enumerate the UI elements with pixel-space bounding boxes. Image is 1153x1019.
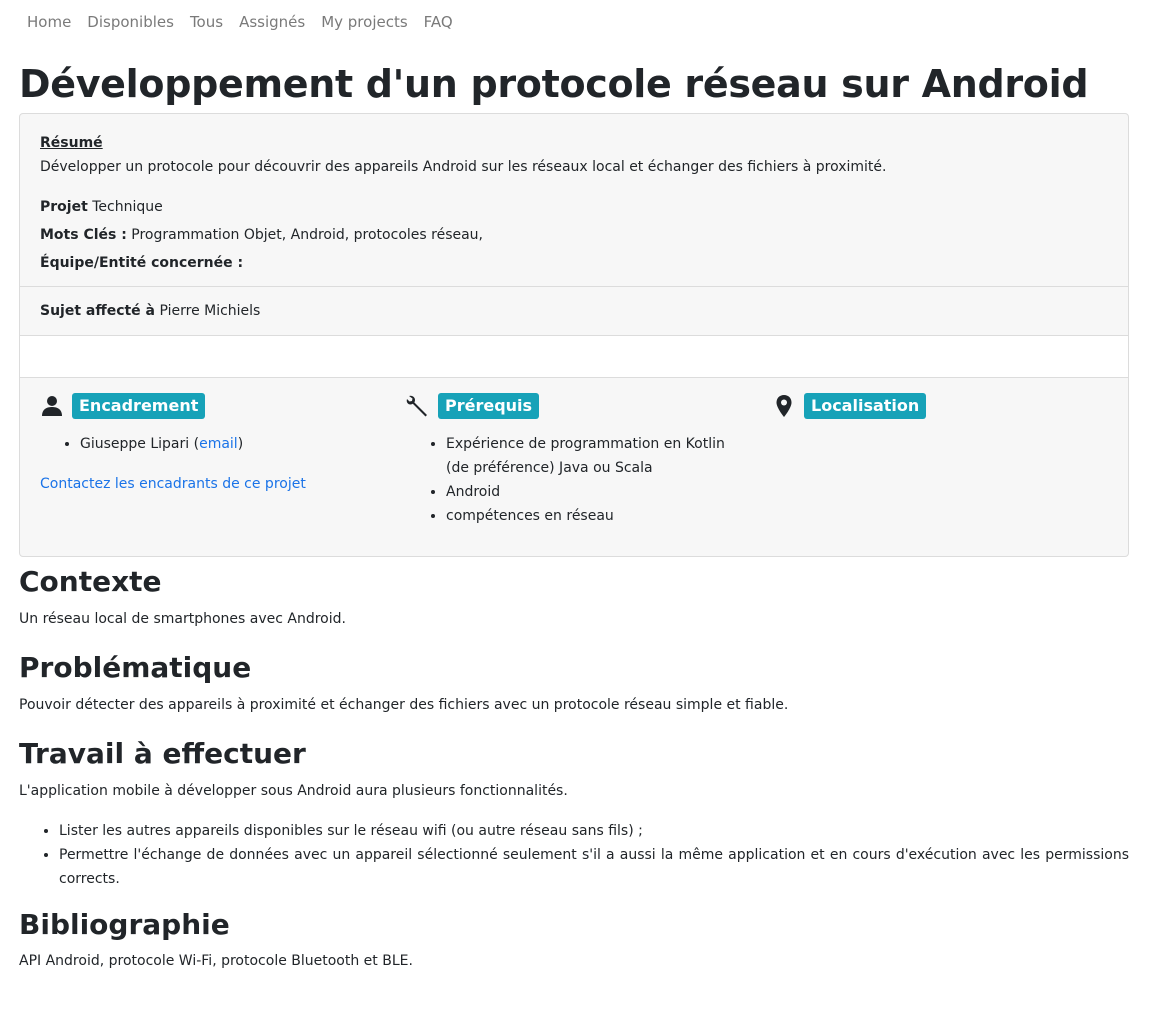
sujet-row: Sujet affecté à Pierre Michiels: [40, 301, 260, 321]
mots-cles-row: Mots Clés : Programmation Objet, Android…: [40, 225, 483, 245]
project-card: Résumé Développer un protocole pour déco…: [19, 113, 1129, 557]
page: Home Disponibles Tous Assignés My projec…: [0, 0, 1153, 1019]
mots-cles-value: Programmation Objet, Android, protocoles…: [131, 227, 483, 243]
card-details-section: Encadrement Giuseppe Lipari (email) Cont…: [20, 377, 1128, 556]
list-item: Lister les autres appareils disponibles …: [59, 819, 1129, 843]
equipe-label: Équipe/Entité concernée :: [40, 255, 244, 271]
encadrement-header: Encadrement: [40, 392, 380, 420]
card-assignment-section: Sujet affecté à Pierre Michiels: [20, 286, 1128, 336]
mots-cles-label: Mots Clés :: [40, 227, 127, 243]
bibliographie-heading: Bibliographie: [19, 908, 230, 941]
bibliographie-text: API Android, protocole Wi-Fi, protocole …: [19, 953, 413, 969]
encadrement-badge: Encadrement: [72, 393, 206, 419]
page-title: Développement d'un protocole réseau sur …: [19, 62, 1089, 106]
contexte-heading: Contexte: [19, 565, 162, 598]
projet-row: Projet Technique: [40, 197, 163, 217]
projet-value: Technique: [92, 199, 163, 215]
supervisor-name: Giuseppe Lipari: [80, 436, 190, 452]
problematique-heading: Problématique: [19, 651, 252, 684]
nav-home[interactable]: Home: [19, 13, 79, 31]
localisation-badge: Localisation: [804, 393, 927, 419]
prerequis-header: Prérequis: [406, 392, 746, 420]
localisation-header: Localisation: [772, 392, 1112, 420]
card-summary-section: Résumé Développer un protocole pour déco…: [20, 114, 1128, 286]
projet-label: Projet: [40, 199, 88, 215]
contact-supervisors-link[interactable]: Contactez les encadrants de ce projet: [40, 476, 306, 492]
nav-my-projects[interactable]: My projects: [313, 13, 415, 31]
encadrement-column: Encadrement Giuseppe Lipari (email): [40, 392, 380, 456]
nav-disponibles[interactable]: Disponibles: [79, 13, 182, 31]
list-item: Android: [446, 480, 746, 504]
localisation-column: Localisation: [772, 392, 1112, 420]
prerequis-badge: Prérequis: [438, 393, 540, 419]
problematique-text: Pouvoir détecter des appareils à proximi…: [19, 697, 789, 713]
top-nav: Home Disponibles Tous Assignés My projec…: [19, 0, 461, 44]
list-item: Expérience de programmation en Kotlin (d…: [446, 432, 746, 480]
resume-text: Développer un protocole pour découvrir d…: [40, 159, 887, 175]
map-marker-icon: [772, 394, 796, 418]
list-item: compétences en réseau: [446, 504, 746, 528]
travail-list: Lister les autres appareils disponibles …: [19, 819, 1129, 891]
nav-faq[interactable]: FAQ: [416, 13, 461, 31]
card-empty-section: [20, 335, 1128, 378]
travail-heading: Travail à effectuer: [19, 737, 306, 770]
contexte-text: Un réseau local de smartphones avec Andr…: [19, 611, 346, 627]
travail-text: L'application mobile à développer sous A…: [19, 783, 568, 799]
sujet-label: Sujet affecté à: [40, 303, 156, 319]
nav-tous[interactable]: Tous: [182, 13, 231, 31]
encadrement-list: Giuseppe Lipari (email): [40, 432, 380, 456]
list-item: Giuseppe Lipari (email): [80, 432, 380, 456]
email-link[interactable]: email: [199, 436, 238, 452]
prerequis-column: Prérequis Expérience de programmation en…: [406, 392, 746, 528]
resume-label: Résumé: [40, 135, 103, 151]
prerequis-list: Expérience de programmation en Kotlin (d…: [406, 432, 746, 528]
nav-assignes[interactable]: Assignés: [231, 13, 313, 31]
list-item: Permettre l'échange de données avec un a…: [59, 843, 1129, 891]
sujet-value: Pierre Michiels: [159, 303, 261, 319]
wrench-icon: [406, 394, 430, 418]
user-icon: [40, 394, 64, 418]
